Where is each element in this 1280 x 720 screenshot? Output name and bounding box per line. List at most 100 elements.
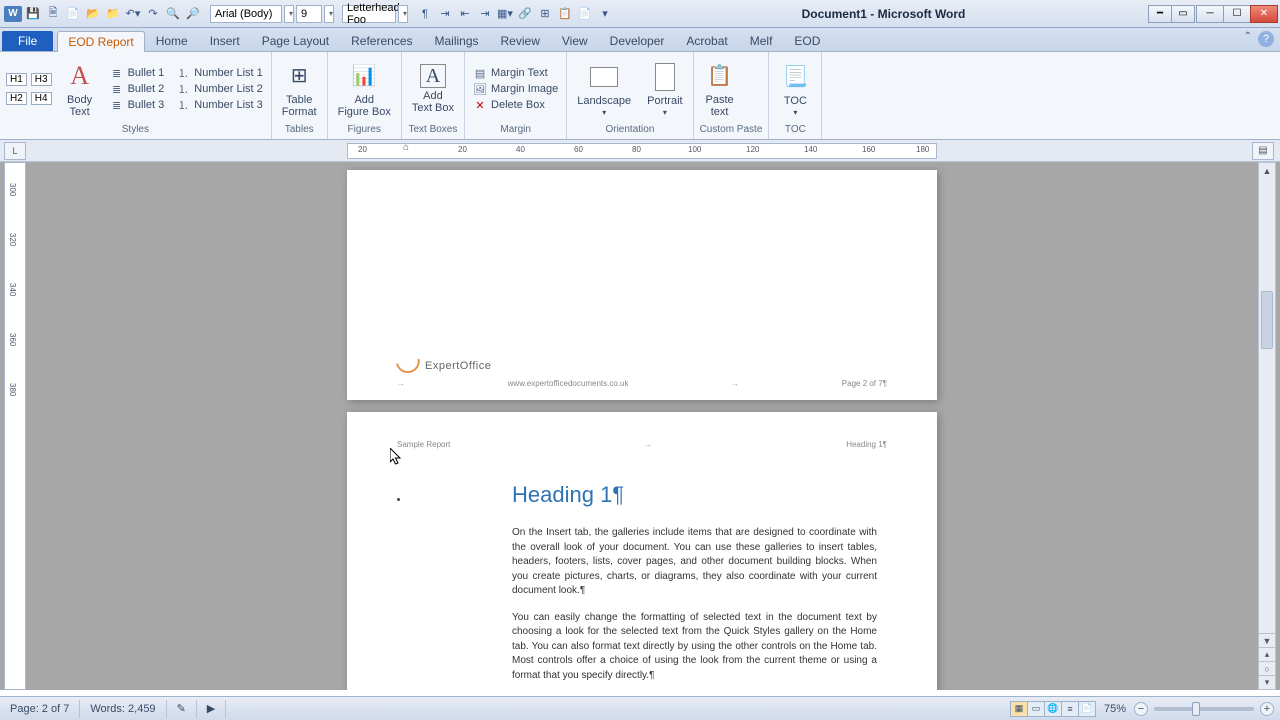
font-name-dropdown[interactable]: ▾ [284,5,294,23]
paragraph-2[interactable]: You can easily change the formatting of … [512,611,877,684]
view-full-screen[interactable]: ▭ [1027,701,1045,717]
zoom-slider[interactable] [1154,707,1254,711]
bullet-1-button[interactable]: ≣Bullet 1 [108,65,167,81]
style-h4[interactable]: H4 [31,92,52,105]
ruler-toggle[interactable]: ▤ [1252,142,1274,160]
font-size-dropdown[interactable]: ▾ [324,5,334,23]
tab-developer[interactable]: Developer [599,30,676,51]
tab-mailings[interactable]: Mailings [424,30,490,51]
page-body[interactable]: Heading 1¶ On the Insert tab, the galler… [512,482,877,690]
menu-dropdown-icon[interactable]: ▾ [596,5,614,23]
help-icon[interactable]: ? [1258,31,1274,47]
status-macro-icon[interactable]: ▶ [197,700,226,718]
tab-eod[interactable]: EOD [783,30,831,51]
ext-minimize-icon[interactable]: ━ [1148,5,1172,23]
indent-icon[interactable]: ⇥ [476,5,494,23]
font-name-box[interactable]: Arial (Body) [210,5,282,23]
tab-page-layout[interactable]: Page Layout [251,30,340,51]
scroll-thumb[interactable] [1261,291,1273,349]
number-3-button[interactable]: ⒈Number List 3 [174,97,264,113]
minimize-button[interactable]: ─ [1196,5,1224,23]
margin-image-button[interactable]: 🖼Margin Image [471,81,560,97]
font-size-box[interactable]: 9 [296,5,322,23]
paragraph-1[interactable]: On the Insert tab, the galleries include… [512,526,877,599]
collapse-ribbon-icon[interactable]: ⌃ [1244,31,1252,47]
scroll-up-icon[interactable]: ▲ [1259,163,1275,179]
body-text-button[interactable]: A Body Text [60,58,100,120]
scroll-down-icon[interactable]: ▼ [1259,633,1275,647]
bullet-3-button[interactable]: ≣Bullet 3 [108,97,167,113]
browse-object-icon[interactable]: ○ [1259,661,1275,675]
style-h2[interactable]: H2 [6,92,27,105]
paste-icon[interactable]: 📄 [576,5,594,23]
open-folder-icon[interactable]: 📁 [104,5,122,23]
portrait-button[interactable]: Portrait▾ [643,59,686,120]
tab-eod-report[interactable]: EOD Report [57,31,144,52]
vertical-ruler[interactable]: 300 320 340 360 380 [4,162,26,690]
quick-style-dropdown[interactable]: ▾ [398,5,408,23]
tab-selector[interactable]: L [4,142,26,160]
undo-icon[interactable]: ↶▾ [124,5,142,23]
bullet-2-button[interactable]: ≣Bullet 2 [108,81,167,97]
paste-text-button[interactable]: 📋 Paste text [700,58,740,120]
zoom-in-button[interactable]: + [1260,702,1274,716]
tab-view[interactable]: View [551,30,599,51]
status-page[interactable]: Page: 2 of 7 [0,700,80,718]
number-1-button[interactable]: ⒈Number List 1 [174,65,264,81]
save-icon[interactable]: 💾 [24,5,42,23]
view-outline[interactable]: ≡ [1061,701,1079,717]
add-figure-box-button[interactable]: 📊 Add Figure Box [334,58,395,120]
delete-box-button[interactable]: ✕Delete Box [471,97,560,113]
close-button[interactable]: ✕ [1250,5,1278,23]
next-page-icon[interactable]: ▾ [1259,675,1275,689]
number-2-button[interactable]: ⒈Number List 2 [174,81,264,97]
title-bar: W 💾 🗎 📄 📂 📁 ↶▾ ↷ 🔍 🔎 Arial (Body) ▾ 9 ▾ … [0,0,1280,28]
ribbon-tabs: File EOD Report Home Insert Page Layout … [0,28,1280,52]
copy-icon[interactable]: 📋 [556,5,574,23]
tab-references[interactable]: References [340,30,423,51]
redo-icon[interactable]: ↷ [144,5,162,23]
tab-insert[interactable]: Insert [199,30,251,51]
maximize-button[interactable]: ☐ [1223,5,1251,23]
page-1[interactable]: ExpertOffice → www.expertofficedocuments… [347,170,937,400]
tab-home[interactable]: Home [145,30,199,51]
heading-1[interactable]: Heading 1¶ [512,482,877,508]
table-icon[interactable]: ⊞ [536,5,554,23]
horizontal-ruler[interactable]: 20 20 40 60 80 100 120 140 160 180 ⌂ [347,143,937,159]
paragraph-icon[interactable]: ¶ [416,5,434,23]
tab-icon[interactable]: ⇥ [436,5,454,23]
print-preview-icon[interactable]: 🔍 [164,5,182,23]
page-2[interactable]: Sample Report → Heading 1¶ Heading 1¶ On… [347,412,937,690]
status-spellcheck-icon[interactable]: ✎ [167,700,197,718]
file-tab[interactable]: File [2,31,53,51]
border-icon[interactable]: ▦▾ [496,5,514,23]
tab-review[interactable]: Review [490,30,551,51]
view-web[interactable]: 🌐 [1044,701,1062,717]
zoom-percent[interactable]: 75% [1096,703,1134,715]
quick-style-box[interactable]: Letterhead Foo [342,5,396,23]
style-h1[interactable]: H1 [6,73,27,86]
ruler-row: L 20 20 40 60 80 100 120 140 160 180 ⌂ ▤ [0,140,1280,162]
new-icon[interactable]: 📄 [64,5,82,23]
zoom-icon[interactable]: 🔎 [184,5,202,23]
save-as-icon[interactable]: 🗎 [44,5,62,23]
zoom-out-button[interactable]: − [1134,702,1148,716]
status-words[interactable]: Words: 2,459 [80,700,166,718]
margin-text-button[interactable]: ▤Margin Text [471,65,560,81]
view-print-layout[interactable]: ▦ [1010,701,1028,717]
tab-melf[interactable]: Melf [739,30,784,51]
view-draft[interactable]: 📄 [1078,701,1096,717]
prev-page-icon[interactable]: ▴ [1259,647,1275,661]
vertical-scrollbar[interactable]: ▲ ▼ ▴ ○ ▾ [1258,162,1276,690]
table-format-button[interactable]: ⊞ Table Format [278,58,321,120]
open-icon[interactable]: 📂 [84,5,102,23]
toc-button[interactable]: 📃 TOC▾ [775,59,815,120]
ext-restore-icon[interactable]: ▭ [1171,5,1195,23]
zoom-thumb[interactable] [1192,702,1200,716]
link-icon[interactable]: 🔗 [516,5,534,23]
add-text-box-button[interactable]: A Add Text Box [408,62,458,116]
outdent-icon[interactable]: ⇤ [456,5,474,23]
landscape-button[interactable]: Landscape▾ [573,59,635,120]
style-h3[interactable]: H3 [31,73,52,86]
tab-acrobat[interactable]: Acrobat [675,30,738,51]
